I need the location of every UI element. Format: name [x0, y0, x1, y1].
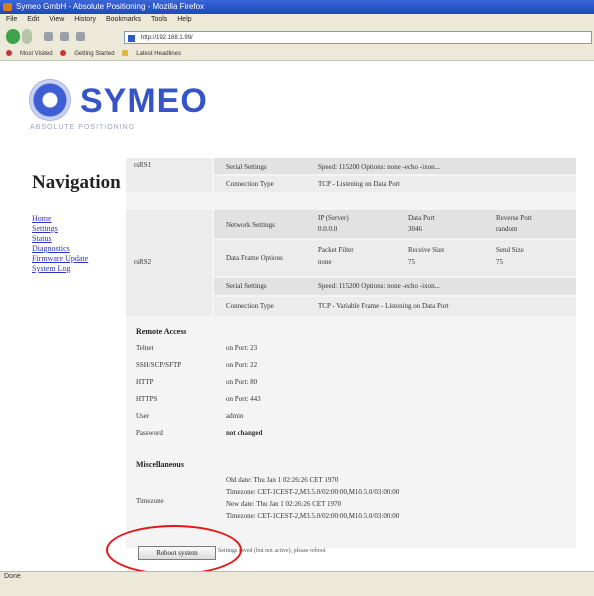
status-text: Done — [4, 573, 21, 580]
remote-label-http: HTTP — [136, 378, 154, 386]
logo-wordmark: SYMEO — [80, 82, 208, 120]
reverse-port-header: Reverse Port — [496, 214, 532, 222]
favicon-icon — [128, 35, 135, 42]
highlight-ellipse — [106, 525, 242, 575]
navigation-toolbar: http://192.168.1.99/ — [0, 25, 594, 50]
bookmark-most-visited[interactable]: Most Visited — [6, 50, 53, 57]
back-button[interactable] — [6, 29, 20, 44]
status-bar: Done — [0, 571, 594, 596]
title-bar: Symeo GmbH - Absolute Positioning - Mozi… — [0, 0, 594, 14]
misc-heading: Miscellaneous — [136, 460, 184, 469]
rs1-serial-value: Speed: 115200 Options: none -echo -ixon.… — [318, 163, 440, 171]
rs1-serial-label: Serial Settings — [226, 163, 267, 171]
nav-link-system-log[interactable]: System Log — [32, 264, 88, 274]
browser-window: Symeo GmbH - Absolute Positioning - Mozi… — [0, 0, 594, 575]
menu-file[interactable]: File — [6, 16, 17, 23]
remote-access-heading: Remote Access — [136, 327, 187, 336]
bookmark-getting-started[interactable]: Getting Started — [60, 50, 115, 57]
timezone-line-2: Timezone: CET-1CEST-2,M3.5.0/02:00:00,M1… — [226, 512, 400, 520]
rs2-serial-label: Serial Settings — [226, 282, 267, 290]
menu-view[interactable]: View — [49, 16, 64, 23]
nav-link-firmware-update[interactable]: Firmware Update — [32, 254, 88, 264]
bookmark-label: Most Visited — [20, 51, 53, 57]
remote-value-https: on Port: 443 — [226, 395, 261, 403]
data-port-header: Data Port — [408, 214, 435, 222]
firefox-bookmark-icon — [60, 50, 67, 57]
remote-value-user: admin — [226, 412, 244, 420]
address-bar[interactable]: http://192.168.1.99/ — [124, 31, 592, 44]
timezone-line-1: Timezone: CET-1CEST-2,M3.5.0/02:00:00,M1… — [226, 488, 400, 496]
navigation-heading: Navigation — [32, 172, 121, 193]
bookmarks-toolbar: Most Visited Getting Started Latest Head… — [0, 49, 594, 61]
nav-link-status[interactable]: Status — [32, 234, 88, 244]
send-size-value: 75 — [496, 258, 503, 266]
settings-panel: rsRS1 Serial Settings Speed: 115200 Opti… — [126, 158, 576, 548]
remote-value-ssh: on Port: 22 — [226, 361, 258, 369]
remote-label-user: User — [136, 412, 150, 420]
remote-value-http: on Port: 80 — [226, 378, 258, 386]
logo-circle-icon — [30, 80, 70, 120]
reverse-port-value: random — [496, 225, 518, 233]
forward-button[interactable] — [22, 29, 32, 44]
ip-value: 0.0.0.0 — [318, 225, 338, 233]
packet-filter-header: Packet Filter — [318, 246, 354, 254]
remote-label-password: Password — [136, 429, 163, 437]
menu-edit[interactable]: Edit — [27, 16, 39, 23]
nav-link-diagnostics[interactable]: Diagnostics — [32, 244, 88, 254]
bookmark-latest-headlines[interactable]: Latest Headlines — [122, 50, 181, 57]
rs1-conn-label: Connection Type — [226, 180, 274, 188]
menu-help[interactable]: Help — [177, 16, 191, 23]
receive-size-value: 75 — [408, 258, 415, 266]
home-icon[interactable] — [76, 32, 85, 41]
firefox-icon — [3, 3, 12, 11]
reload-icon[interactable] — [44, 32, 53, 41]
remote-label-https: HTTPS — [136, 395, 158, 403]
rs2-frame-label: Data Frame Options — [226, 254, 283, 262]
data-port-value: 3046 — [408, 225, 422, 233]
nav-link-home[interactable]: Home — [32, 214, 88, 224]
menu-history[interactable]: History — [74, 16, 96, 23]
navigation-links: Home Settings Status Diagnostics Firmwar… — [32, 214, 88, 274]
rs2-name: rsRS2 — [134, 258, 152, 266]
menu-bookmarks[interactable]: Bookmarks — [106, 16, 141, 23]
rs2-conn-label: Connection Type — [226, 302, 274, 310]
old-date-line: Old date: Thu Jan 1 02:26:26 CET 1970 — [226, 476, 339, 484]
send-size-header: Send Size — [496, 246, 524, 254]
rss-icon — [122, 50, 129, 57]
bookmark-icon — [6, 50, 12, 57]
rs2-conn-value: TCP - Variable Frame - Listening on Data… — [318, 302, 449, 310]
timezone-label: Timezone — [136, 497, 164, 505]
new-date-line: New date: Thu Jan 1 02:26:26 CET 1970 — [226, 500, 342, 508]
bookmark-label: Latest Headlines — [136, 51, 181, 57]
menu-bar: File Edit View History Bookmarks Tools H… — [0, 14, 594, 25]
receive-size-header: Receive Size — [408, 246, 445, 254]
menu-tools[interactable]: Tools — [151, 16, 167, 23]
rs1-conn-value: TCP - Listening on Data Port — [318, 180, 400, 188]
remote-label-telnet: Telnet — [136, 344, 154, 352]
remote-label-ssh: SSH/SCP/SFTP — [136, 361, 182, 369]
logo-tagline: ABSOLUTE POSITIONING — [30, 124, 136, 131]
rs2-serial-value: Speed: 115200 Options: none -echo -ixon.… — [318, 282, 440, 290]
url-text: http://192.168.1.99/ — [141, 35, 193, 41]
rs1-name: rsRS1 — [134, 161, 152, 169]
stop-icon[interactable] — [60, 32, 69, 41]
packet-filter-value: none — [318, 258, 332, 266]
remote-value-telnet: on Port: 23 — [226, 344, 258, 352]
bookmark-label: Getting Started — [74, 51, 115, 57]
ip-header: IP (Server) — [318, 214, 349, 222]
remote-value-password: not changed — [226, 429, 263, 437]
nav-link-settings[interactable]: Settings — [32, 224, 88, 234]
rs2-network-label: Network Settings — [226, 221, 275, 229]
window-title: Symeo GmbH - Absolute Positioning - Mozi… — [16, 2, 205, 11]
